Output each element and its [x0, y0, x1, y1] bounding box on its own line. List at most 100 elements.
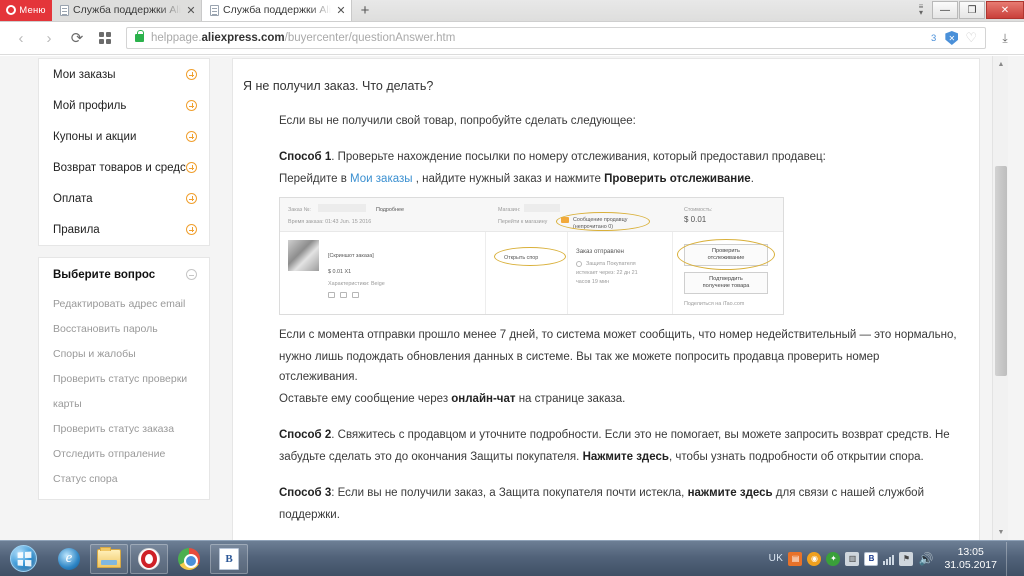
- windows-taskbar: B UK ▤ ◉ ✦ ▥ B ⚑ 🔊 13:05 31.05.2017: [0, 540, 1024, 576]
- device-tray-icon[interactable]: ▥: [845, 551, 860, 566]
- product-price: $ 0.01 X1: [328, 269, 352, 275]
- method-1-line2-c: .: [750, 173, 754, 185]
- close-window-button[interactable]: ✕: [986, 1, 1024, 19]
- go-to-store-link[interactable]: Перейти к магазину: [498, 218, 547, 226]
- tab-title: Служба поддержки AliEx: [223, 4, 331, 16]
- product-name: [Скриншот заказа]: [328, 253, 374, 259]
- share-link[interactable]: Поделиться на iTao.com: [684, 300, 744, 308]
- network-bars-icon[interactable]: [883, 553, 895, 565]
- internet-explorer-icon: [58, 547, 80, 570]
- product-thumbnail: [288, 240, 319, 271]
- product-spec: Характеристики: Beige: [328, 281, 385, 287]
- browser-tab-1[interactable]: Служба поддержки AliEx ✕: [52, 0, 202, 21]
- message-seller-line2: (непрочитано 0): [573, 224, 614, 230]
- scroll-up-arrow-icon[interactable]: ▲: [993, 56, 1009, 72]
- close-tab-icon[interactable]: ✕: [185, 4, 197, 17]
- volume-icon[interactable]: 🔊: [918, 552, 933, 566]
- method-2-click-here-link[interactable]: Нажмите здесь: [583, 451, 669, 463]
- sidebar-item-returns[interactable]: Возврат товаров и средств: [39, 152, 209, 183]
- online-chat-bold: онлайн-чат: [451, 393, 516, 405]
- web-page-viewport: Мои заказы Мой профиль Купоны и акции Во…: [0, 56, 1024, 540]
- taskbar-item-chrome[interactable]: [170, 544, 208, 574]
- green-app-tray-icon[interactable]: ✦: [826, 551, 841, 566]
- column-divider: [672, 232, 673, 314]
- open-dispute-link[interactable]: Открыть спор: [504, 254, 538, 262]
- orange-app-tray-icon[interactable]: ▤: [788, 551, 803, 566]
- sidebar-item-my-orders[interactable]: Мои заказы: [39, 59, 209, 90]
- detail-icon[interactable]: [352, 292, 359, 298]
- plus-icon[interactable]: [186, 131, 197, 142]
- my-orders-link[interactable]: Мои заказы: [350, 173, 412, 185]
- back-icon[interactable]: ‹: [8, 25, 34, 51]
- sidebar-question-dispute-status[interactable]: Статус спора: [39, 466, 209, 491]
- new-tab-button[interactable]: +: [352, 0, 378, 21]
- sidebar: Мои заказы Мой профиль Купоны и акции Во…: [38, 58, 210, 500]
- sidebar-item-rules[interactable]: Правила: [39, 214, 209, 245]
- main-content-card: Я не получил заказ. Что делать? Если вы …: [232, 58, 980, 540]
- scroll-down-arrow-icon[interactable]: ▼: [993, 524, 1009, 540]
- order-details-link[interactable]: Подробнее: [376, 206, 404, 214]
- method-3-click-here-link[interactable]: нажмите здесь: [688, 487, 773, 499]
- sidebar-question-track-shipment[interactable]: Отследить отпраление: [39, 441, 209, 466]
- sidebar-question-order-status[interactable]: Проверить статус заказа: [39, 416, 209, 441]
- taskbar-clock[interactable]: 13:05 31.05.2017: [938, 546, 997, 572]
- scrollbar-thumb[interactable]: [995, 166, 1007, 376]
- confirm-receipt-button[interactable]: Подтвердить получение товара: [684, 272, 768, 294]
- plus-icon[interactable]: [186, 162, 197, 173]
- taskbar-item-file-explorer[interactable]: [90, 543, 128, 574]
- intro-paragraph: Если вы не получили свой товар, попробуй…: [279, 115, 636, 127]
- page-scrollbar[interactable]: ▲ ▼: [992, 56, 1008, 540]
- tab-menu-caret-icon[interactable]: ≡ ▾: [911, 0, 931, 20]
- sidebar-question-disputes[interactable]: Споры и жалобы: [39, 341, 209, 366]
- opera-menu-button[interactable]: Меню: [0, 0, 52, 21]
- maximize-button[interactable]: ❐: [959, 1, 985, 19]
- clock-time: 13:05: [957, 545, 984, 558]
- forward-icon[interactable]: ›: [36, 25, 62, 51]
- after-shot-line1: Если с момента отправки прошло менее 7 д…: [279, 329, 957, 341]
- browser-tab-2[interactable]: Служба поддержки AliEx ✕: [202, 0, 352, 21]
- plus-icon[interactable]: [186, 69, 197, 80]
- ad-blocker-shield-icon[interactable]: ✕: [945, 31, 959, 45]
- buy-again-icon[interactable]: [328, 292, 335, 298]
- plus-icon[interactable]: [186, 224, 197, 235]
- minimize-button[interactable]: —: [932, 1, 958, 19]
- plus-icon[interactable]: [186, 193, 197, 204]
- close-tab-icon[interactable]: ✕: [335, 4, 347, 17]
- sidebar-item-my-profile[interactable]: Мой профиль: [39, 90, 209, 121]
- protection-line2: истекает через: 22 дн 21: [576, 270, 638, 276]
- sidebar-question-edit-email[interactable]: Редактировать адрес email: [39, 291, 209, 316]
- sidebar-item-label: Правила: [53, 223, 100, 236]
- plus-icon[interactable]: [186, 100, 197, 111]
- sidebar-item-coupons[interactable]: Купоны и акции: [39, 121, 209, 152]
- heart-icon[interactable]: ♡: [965, 30, 977, 46]
- navigation-toolbar: ‹ › ⟳ helppage.aliexpress.com/buyercente…: [0, 22, 1024, 55]
- check-tracking-button[interactable]: Проверить отслеживание: [684, 244, 768, 266]
- start-button[interactable]: [0, 542, 46, 576]
- sidebar-question-restore-password[interactable]: Восстановить пароль: [39, 316, 209, 341]
- sidebar-question-card-status-cont[interactable]: карты: [39, 391, 209, 416]
- show-desktop-button[interactable]: [1006, 541, 1016, 576]
- sidebar-item-payment[interactable]: Оплата: [39, 183, 209, 214]
- speed-dial-icon[interactable]: [92, 25, 118, 51]
- minus-icon[interactable]: [186, 269, 197, 280]
- taskbar-item-opera[interactable]: [130, 543, 168, 574]
- blue-b-tray-icon[interactable]: B: [864, 551, 879, 566]
- after-shot-line3-b: на странице заказа.: [515, 393, 626, 405]
- opera-icon: [138, 547, 160, 570]
- review-icon[interactable]: [340, 292, 347, 298]
- amber-app-tray-icon[interactable]: ◉: [807, 551, 822, 566]
- action-center-icon[interactable]: ⚑: [899, 551, 914, 566]
- questions-header[interactable]: Выберите вопрос: [39, 258, 209, 291]
- download-icon[interactable]: ⤓: [994, 25, 1016, 51]
- taskbar-item-internet-explorer[interactable]: [50, 544, 88, 574]
- sidebar-item-label: Купоны и акции: [53, 130, 137, 143]
- sidebar-question-card-status[interactable]: Проверить статус проверки: [39, 366, 209, 391]
- protection-line3: часов 19 мин: [576, 279, 610, 285]
- language-indicator[interactable]: UK: [769, 553, 784, 564]
- taskbar-item-word[interactable]: B: [210, 543, 248, 574]
- protection-line1: Защита Покупателя: [586, 261, 636, 267]
- reload-icon[interactable]: ⟳: [64, 25, 90, 51]
- address-bar[interactable]: helppage.aliexpress.com/buyercenter/ques…: [126, 27, 986, 49]
- tab-title: Служба поддержки AliEx: [73, 4, 181, 16]
- opera-menu-label: Меню: [19, 4, 46, 16]
